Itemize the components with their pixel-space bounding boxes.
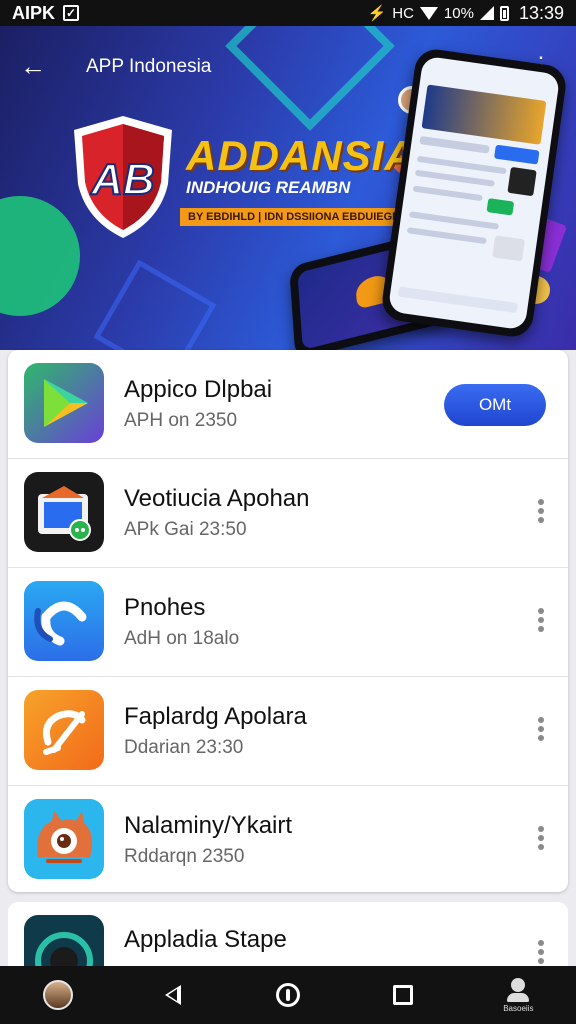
overflow-menu-icon[interactable] <box>536 608 546 636</box>
profile-icon <box>511 977 526 992</box>
paint-icon <box>24 690 104 770</box>
app-name: Veotiucia Apohan <box>124 485 310 512</box>
monster-icon <box>24 799 104 879</box>
status-carrier-text: AIPK <box>12 2 56 23</box>
app-banner: ← APP Indonesia ⋮ AB ADDANSIA INDHOUIG R… <box>0 26 576 350</box>
app-name: Faplardg Apolara <box>124 703 307 730</box>
overflow-menu-icon[interactable] <box>536 499 546 527</box>
app-list: Appico Dlpbai APH on 2350 OMt Veotiucia … <box>8 350 568 892</box>
list-item[interactable]: Nalaminy/Ykairt Rddarqn 2350 <box>8 786 568 892</box>
banner-decoration <box>93 259 217 350</box>
status-time: 13:39 <box>518 2 564 23</box>
shield-logo-icon: AB <box>74 116 172 238</box>
status-bar: AIPK ✓ ⚡ HC 10% 13:39 <box>0 0 576 26</box>
app-subtitle: AdH on 18alo <box>124 628 240 649</box>
app-subtitle: APk Gai 23:50 <box>124 519 247 540</box>
overflow-menu-icon[interactable] <box>536 717 546 745</box>
photo-folder-icon <box>24 472 104 552</box>
app-subtitle: Rddarqn 2350 <box>124 846 245 867</box>
banner-headline: ADDANSIA <box>186 132 416 179</box>
page-title: APP Indonesia <box>86 56 212 77</box>
play-store-icon <box>24 363 104 443</box>
store-icon <box>24 915 104 972</box>
nav-home-button[interactable] <box>266 973 310 1017</box>
app-subtitle: APH on 2350 <box>124 410 238 431</box>
nav-profile-button[interactable]: Basoeiis <box>496 973 540 1017</box>
nfc-icon: ⚡ <box>367 5 387 22</box>
banner-tagline: BY EBDIHLD | IDN DSSIIONA EBDUIEGN <box>180 208 409 226</box>
list-item[interactable]: Appladia Stape <box>8 902 568 972</box>
phone-icon <box>24 581 104 661</box>
recents-square-icon <box>393 985 414 1005</box>
app-name: Nalaminy/Ykairt <box>124 812 293 839</box>
avatar[interactable] <box>36 973 80 1017</box>
battery-percent: 10% <box>443 4 474 22</box>
navigation-bar: Basoeiis <box>0 966 576 1024</box>
home-circle-icon <box>275 983 300 1007</box>
shield-logo-text: AB <box>90 155 155 204</box>
screen: AIPK ✓ ⚡ HC 10% 13:39 ← APP Indonesia ⋮ <box>0 0 576 1024</box>
back-triangle-icon <box>164 985 181 1005</box>
wifi-icon <box>419 6 438 20</box>
signal-icon <box>479 6 494 20</box>
overflow-menu-icon[interactable] <box>536 940 546 968</box>
app-name: Appico Dlpbai <box>124 376 273 403</box>
app-name: Pnohes <box>124 594 206 621</box>
banner-decoration <box>0 196 80 316</box>
network-type-text: HC <box>392 4 414 22</box>
open-button[interactable]: OMt <box>444 384 546 426</box>
banner-decoration <box>225 26 395 131</box>
list-item[interactable]: Appico Dlpbai APH on 2350 OMt <box>8 350 568 459</box>
battery-icon <box>499 5 509 21</box>
banner-subhead: INDHOUIG REAMBN <box>186 178 351 197</box>
checkbox-notification-icon: ✓ <box>63 5 80 21</box>
list-item[interactable]: Pnohes AdH on 18alo <box>8 568 568 677</box>
app-subtitle: Ddarian 23:30 <box>124 737 244 758</box>
list-item[interactable]: Veotiucia Apohan APk Gai 23:50 <box>8 459 568 568</box>
profile-label: Basoeiis <box>503 1003 534 1013</box>
nav-back-button[interactable] <box>151 973 195 1017</box>
nav-recents-button[interactable] <box>381 973 425 1017</box>
app-name: Appladia Stape <box>124 926 287 953</box>
list-item[interactable]: Faplardg Apolara Ddarian 23:30 <box>8 677 568 786</box>
overflow-menu-icon[interactable] <box>536 826 546 854</box>
back-arrow-icon[interactable]: ← <box>20 52 52 80</box>
